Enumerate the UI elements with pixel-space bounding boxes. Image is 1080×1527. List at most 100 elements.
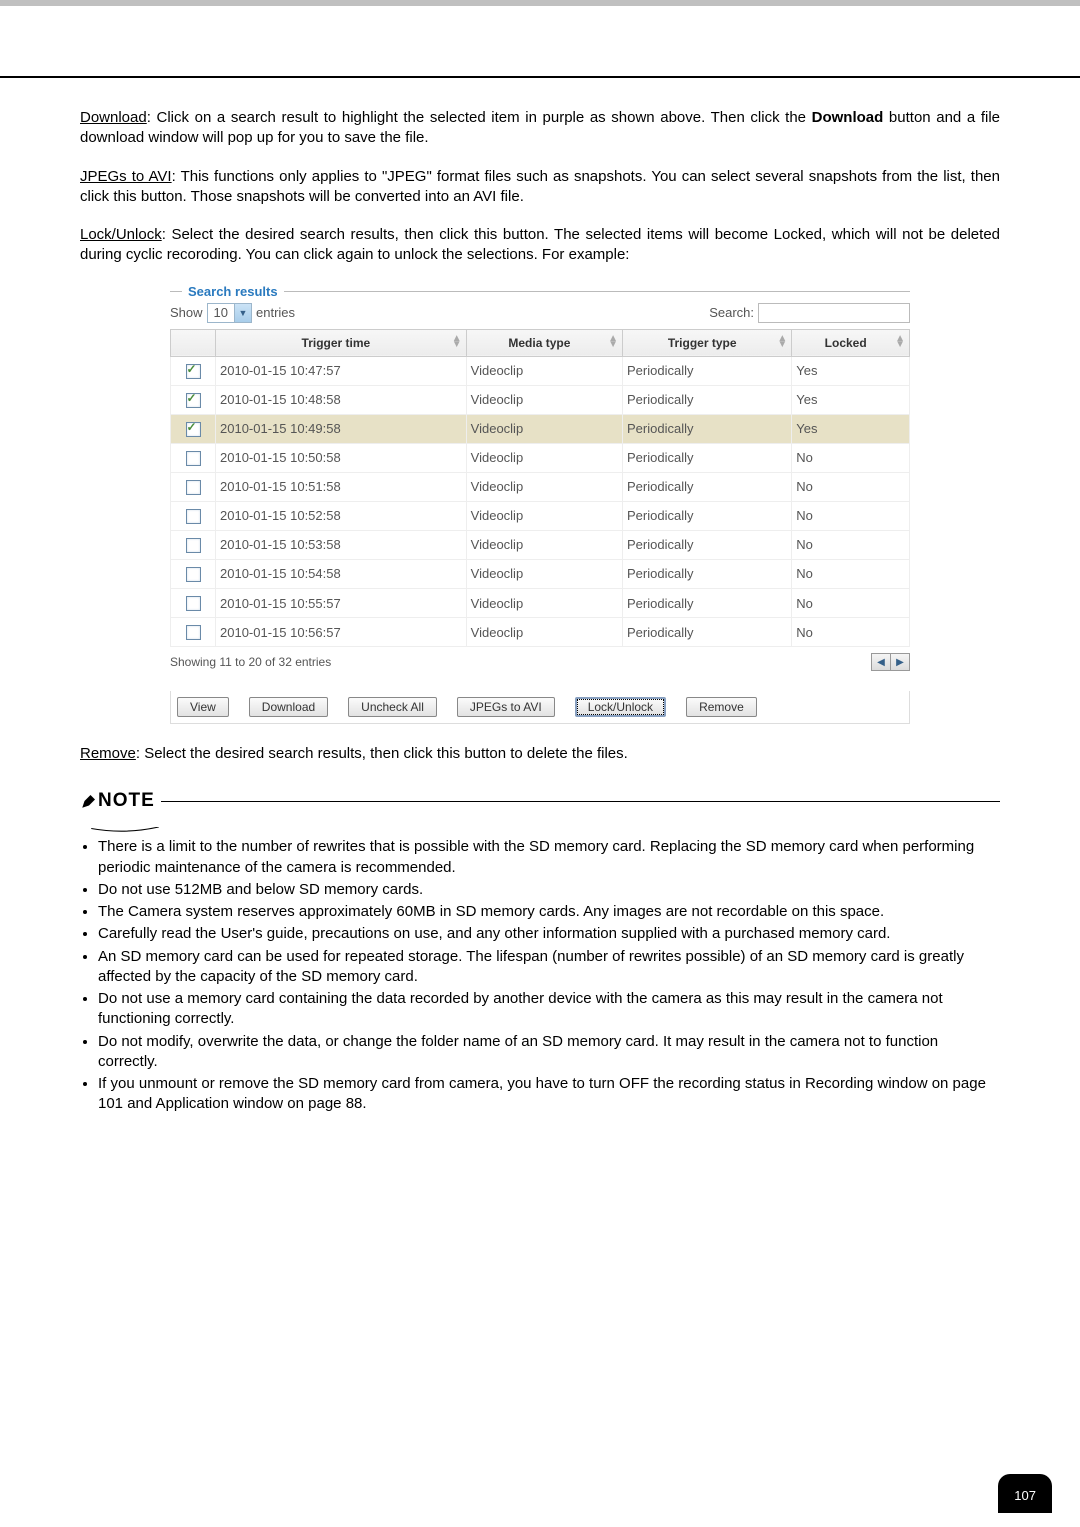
- pager: ◀ ▶: [871, 653, 910, 671]
- view-button[interactable]: View: [177, 697, 229, 717]
- remove-text: : Select the desired search results, the…: [136, 745, 628, 762]
- download-button[interactable]: Download: [249, 697, 328, 717]
- table-row[interactable]: 2010-01-15 10:53:58VideoclipPeriodically…: [171, 530, 910, 559]
- uncheck-all-button[interactable]: Uncheck All: [348, 697, 437, 717]
- row-checkbox[interactable]: [186, 393, 201, 408]
- cell-media-type: Videoclip: [466, 472, 622, 501]
- note-list: There is a limit to the number of rewrit…: [84, 837, 1000, 1114]
- table-row[interactable]: 2010-01-15 10:54:58VideoclipPeriodically…: [171, 559, 910, 588]
- row-checkbox[interactable]: [186, 480, 201, 495]
- note-item: If you unmount or remove the SD memory c…: [98, 1074, 1000, 1115]
- cell-trigger-time: 2010-01-15 10:49:58: [216, 414, 467, 443]
- download-bold: Download: [812, 109, 884, 126]
- show-label: Show: [170, 305, 203, 320]
- page-number: 107: [998, 1474, 1052, 1513]
- cell-media-type: Videoclip: [466, 443, 622, 472]
- cell-trigger-type: Periodically: [623, 443, 792, 472]
- header-spacer: [0, 6, 1080, 78]
- cell-locked: No: [792, 443, 910, 472]
- table-row[interactable]: 2010-01-15 10:55:57VideoclipPeriodically…: [171, 589, 910, 618]
- download-term: Download: [80, 109, 147, 126]
- row-checkbox[interactable]: [186, 364, 201, 379]
- cell-trigger-type: Periodically: [623, 589, 792, 618]
- table-row[interactable]: 2010-01-15 10:50:58VideoclipPeriodically…: [171, 443, 910, 472]
- cell-locked: No: [792, 530, 910, 559]
- cell-media-type: Videoclip: [466, 618, 622, 647]
- note-item: An SD memory card can be used for repeat…: [98, 947, 1000, 988]
- lock-unlock-button[interactable]: Lock/Unlock: [575, 697, 666, 717]
- row-checkbox[interactable]: [186, 538, 201, 553]
- cell-trigger-type: Periodically: [623, 356, 792, 385]
- col-locked[interactable]: Locked▲▼: [792, 329, 910, 356]
- table-row[interactable]: 2010-01-15 10:51:58VideoclipPeriodically…: [171, 472, 910, 501]
- row-checkbox[interactable]: [186, 451, 201, 466]
- cell-trigger-time: 2010-01-15 10:47:57: [216, 356, 467, 385]
- remove-term: Remove: [80, 745, 136, 762]
- cell-trigger-type: Periodically: [623, 472, 792, 501]
- search-input[interactable]: [758, 303, 910, 323]
- row-checkbox[interactable]: [186, 567, 201, 582]
- note-label-text: NOTE: [98, 790, 155, 812]
- cell-trigger-type: Periodically: [623, 559, 792, 588]
- panel-legend: Search results: [182, 284, 284, 299]
- search-label: Search:: [709, 305, 754, 320]
- note-item: Do not use 512MB and below SD memory car…: [98, 880, 1000, 900]
- panel-toolbar: Show 10 ▼ entries Search:: [170, 303, 910, 323]
- col-media-type[interactable]: Media type▲▼: [466, 329, 622, 356]
- cell-media-type: Videoclip: [466, 589, 622, 618]
- sort-icon: ▲▼: [895, 336, 905, 348]
- lock-text: : Select the desired search results, the…: [80, 226, 1000, 263]
- table-row[interactable]: 2010-01-15 10:48:58VideoclipPeriodically…: [171, 385, 910, 414]
- cell-locked: No: [792, 559, 910, 588]
- page-prev-button[interactable]: ◀: [872, 654, 890, 670]
- cell-locked: No: [792, 501, 910, 530]
- action-bar: View Download Uncheck All JPEGs to AVI L…: [170, 691, 910, 724]
- cell-media-type: Videoclip: [466, 356, 622, 385]
- row-checkbox[interactable]: [186, 596, 201, 611]
- entries-label: entries: [256, 305, 295, 320]
- table-row[interactable]: 2010-01-15 10:52:58VideoclipPeriodically…: [171, 501, 910, 530]
- cell-media-type: Videoclip: [466, 501, 622, 530]
- row-checkbox[interactable]: [186, 625, 201, 640]
- cell-trigger-type: Periodically: [623, 530, 792, 559]
- jpegs-to-avi-button[interactable]: JPEGs to AVI: [457, 697, 555, 717]
- cell-locked: No: [792, 618, 910, 647]
- showing-text: Showing 11 to 20 of 32 entries: [170, 655, 331, 669]
- col-trigger-type[interactable]: Trigger type▲▼: [623, 329, 792, 356]
- chevron-down-icon: ▼: [234, 304, 251, 322]
- cell-trigger-time: 2010-01-15 10:50:58: [216, 443, 467, 472]
- table-row[interactable]: 2010-01-15 10:47:57VideoclipPeriodically…: [171, 356, 910, 385]
- col-check[interactable]: [171, 329, 216, 356]
- col-trigger-time[interactable]: Trigger time▲▼: [216, 329, 467, 356]
- cell-trigger-time: 2010-01-15 10:52:58: [216, 501, 467, 530]
- pen-icon: [80, 792, 98, 810]
- cell-trigger-time: 2010-01-15 10:53:58: [216, 530, 467, 559]
- table-row[interactable]: 2010-01-15 10:56:57VideoclipPeriodically…: [171, 618, 910, 647]
- cell-locked: Yes: [792, 414, 910, 443]
- note-item: The Camera system reserves approximately…: [98, 902, 1000, 922]
- lock-term: Lock/Unlock: [80, 226, 162, 243]
- row-checkbox[interactable]: [186, 509, 201, 524]
- paragraph-lock: Lock/Unlock: Select the desired search r…: [80, 225, 1000, 266]
- note-item: Do not use a memory card containing the …: [98, 989, 1000, 1030]
- page-next-button[interactable]: ▶: [890, 654, 909, 670]
- cell-trigger-time: 2010-01-15 10:54:58: [216, 559, 467, 588]
- cell-media-type: Videoclip: [466, 414, 622, 443]
- cell-trigger-type: Periodically: [623, 414, 792, 443]
- row-checkbox[interactable]: [186, 422, 201, 437]
- sort-icon: ▲▼: [452, 336, 462, 348]
- cell-media-type: Videoclip: [466, 530, 622, 559]
- note-item: There is a limit to the number of rewrit…: [98, 837, 1000, 878]
- cell-locked: Yes: [792, 356, 910, 385]
- remove-button[interactable]: Remove: [686, 697, 757, 717]
- paragraph-download: Download: Click on a search result to hi…: [80, 108, 1000, 149]
- cell-locked: No: [792, 589, 910, 618]
- results-table: Trigger time▲▼ Media type▲▼ Trigger type…: [170, 329, 910, 648]
- download-text-1: : Click on a search result to highlight …: [147, 109, 812, 126]
- sort-icon: ▲▼: [608, 336, 618, 348]
- cell-locked: Yes: [792, 385, 910, 414]
- paragraph-remove: Remove: Select the desired search result…: [80, 744, 1000, 764]
- table-row[interactable]: 2010-01-15 10:49:58VideoclipPeriodically…: [171, 414, 910, 443]
- entries-select[interactable]: 10 ▼: [207, 303, 252, 323]
- jpegs-text: : This functions only applies to "JPEG" …: [80, 168, 1000, 205]
